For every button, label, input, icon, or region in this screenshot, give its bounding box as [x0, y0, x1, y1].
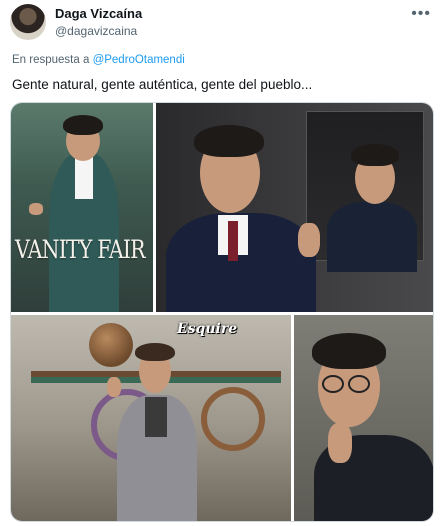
hand [328, 423, 352, 463]
hand [107, 377, 121, 397]
media-image-esquire[interactable]: Esquire [11, 315, 291, 521]
reply-prefix: En respuesta a [12, 54, 90, 66]
media-image-glasses-portrait[interactable] [294, 315, 433, 521]
display-name[interactable]: Daga Vizcaína [55, 6, 142, 22]
author-block: Daga Vizcaína @dagavizcaina [55, 6, 142, 39]
mirror [306, 111, 424, 272]
vanity-fair-logo: VANITY FAIR [15, 235, 146, 264]
reply-mention-link[interactable]: @PedroOtamendi [93, 54, 185, 66]
glasses [348, 375, 370, 393]
ball [89, 323, 133, 367]
hair [194, 125, 264, 157]
hand [298, 223, 320, 257]
hair [312, 333, 386, 369]
more-dots-icon[interactable]: ••• [411, 5, 431, 23]
reply-context: En respuesta a @PedroOtamendi [12, 54, 185, 66]
hair [135, 343, 175, 361]
tie [228, 221, 238, 261]
avatar[interactable] [10, 4, 46, 40]
hoop [201, 387, 265, 451]
tweet-text: Gente natural, gente auténtica, gente de… [12, 77, 313, 92]
user-handle[interactable]: @dagavizcaina [55, 23, 142, 39]
media-image-mirror-portrait[interactable] [156, 103, 433, 312]
glasses [322, 375, 344, 393]
esquire-logo: Esquire [177, 321, 238, 337]
media-grid: VANITY FAIR Esquire [10, 102, 434, 522]
media-image-vanity-fair[interactable]: VANITY FAIR [11, 103, 153, 312]
shirt [145, 397, 167, 437]
